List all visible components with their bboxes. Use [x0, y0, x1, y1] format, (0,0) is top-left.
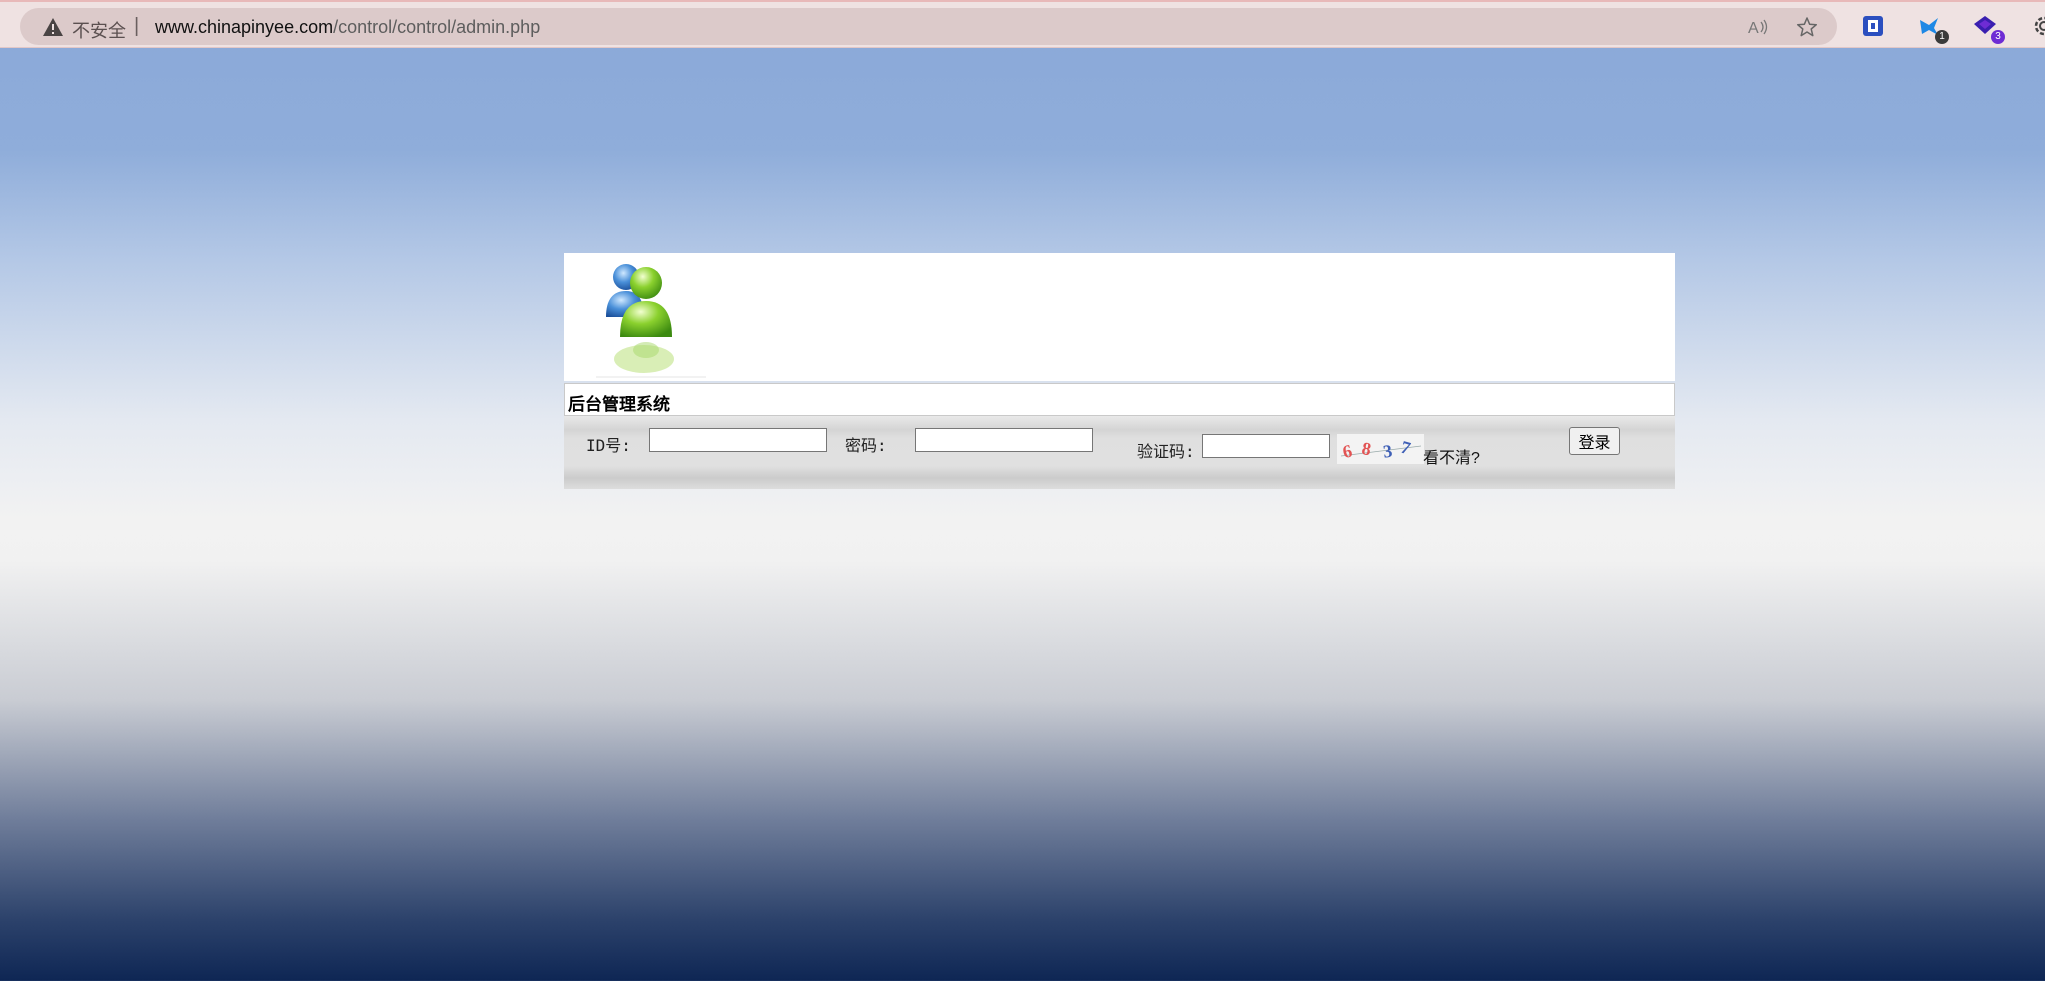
login-button[interactable]: 登录 [1569, 427, 1620, 455]
password-label: 密码: [845, 436, 887, 455]
captcha-image[interactable]: 6 8 3 7 [1337, 434, 1424, 464]
url-path: /control/control/admin.php [333, 17, 541, 37]
login-form: ID号: 密码: 验证码: 6 8 3 7 看不清? 登录 [564, 416, 1675, 489]
extension-3-badge: 3 [1991, 30, 2005, 44]
read-aloud-icon[interactable]: A [1747, 16, 1769, 38]
captcha-refresh-link[interactable]: 看不清? [1423, 444, 1480, 468]
id-label: ID号: [586, 436, 631, 455]
page-title: 后台管理系统 [568, 395, 670, 415]
extension-3-icon[interactable]: 3 [1973, 14, 2005, 44]
extension-2-badge: 1 [1935, 30, 1949, 44]
url-domain: www.chinapinyee.com [155, 17, 334, 37]
settings-gear-icon[interactable] [2031, 13, 2045, 39]
address-separator: | [134, 15, 140, 37]
id-input[interactable] [649, 428, 827, 452]
warning-icon[interactable] [42, 17, 64, 37]
extension-1-icon[interactable] [1861, 14, 1887, 40]
svg-text:A: A [1748, 20, 1759, 37]
url-text[interactable]: www.chinapinyee.com/control/control/admi… [155, 17, 540, 38]
address-bar[interactable]: 不安全 | www.chinapinyee.com/control/contro… [20, 8, 1837, 45]
captcha-label: 验证码: [1137, 442, 1195, 461]
users-logo-icon [596, 264, 706, 378]
logo-header [564, 253, 1675, 381]
title-bar: 后台管理系统 [564, 383, 1675, 416]
extension-2-icon[interactable]: 1 [1917, 14, 1949, 44]
security-status[interactable]: 不安全 [72, 17, 126, 43]
password-input[interactable] [915, 428, 1093, 452]
favorite-star-icon[interactable] [1796, 16, 1818, 38]
browser-toolbar: 不安全 | www.chinapinyee.com/control/contro… [0, 0, 2045, 48]
captcha-input[interactable] [1202, 434, 1330, 458]
